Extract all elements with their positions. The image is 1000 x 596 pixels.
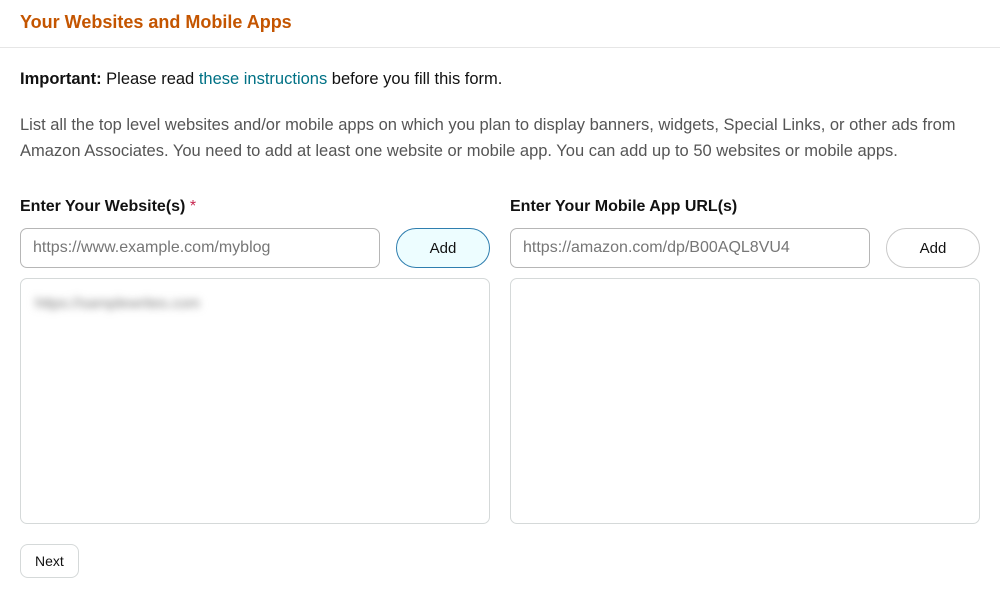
app-url-input[interactable] [510,228,870,268]
description-text: List all the top level websites and/or m… [20,113,980,164]
important-label: Important: [20,70,102,88]
apps-column: Enter Your Mobile App URL(s) Add [510,198,980,524]
required-mark: * [190,198,196,215]
next-button[interactable]: Next [20,544,79,578]
website-entry: https://samplewrites.com [35,295,200,312]
add-app-button[interactable]: Add [886,228,980,268]
websites-label-text: Enter Your Website(s) [20,198,185,215]
important-notice: Important: Please read these instruction… [20,70,980,89]
apps-list-box [510,278,980,524]
notice-post-text: before you fill this form. [327,70,502,88]
instructions-link[interactable]: these instructions [199,70,327,88]
apps-label: Enter Your Mobile App URL(s) [510,198,980,216]
websites-column: Enter Your Website(s) * Add https://samp… [20,198,490,524]
notice-pre-text: Please read [102,70,199,88]
websites-label: Enter Your Website(s) * [20,198,490,216]
add-website-button[interactable]: Add [396,228,490,268]
website-input[interactable] [20,228,380,268]
websites-list-box: https://samplewrites.com [20,278,490,524]
section-title: Your Websites and Mobile Apps [20,12,980,33]
